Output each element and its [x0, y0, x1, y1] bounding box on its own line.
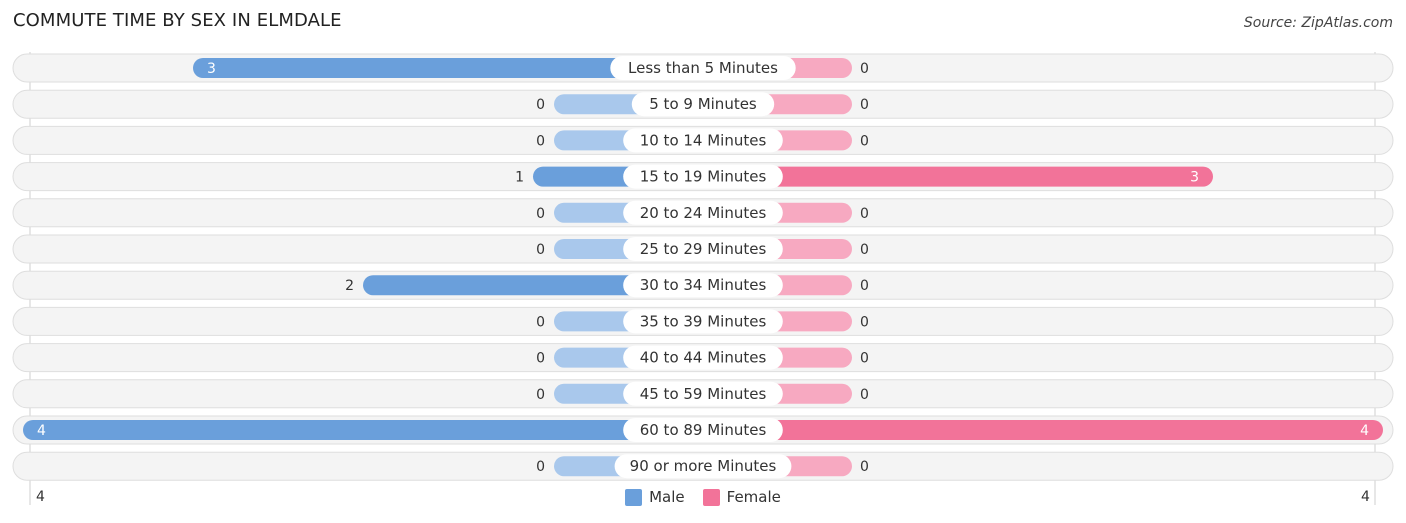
value-label-female: 0: [860, 387, 869, 403]
legend-swatch-male: [625, 488, 643, 506]
value-label-male: 0: [536, 97, 545, 113]
value-label-male: 0: [536, 206, 545, 222]
legend-label-male: Male: [649, 488, 685, 506]
legend-item-male: Male: [625, 488, 685, 506]
value-label-male: 3: [207, 61, 216, 77]
category-label: 45 to 59 Minutes: [640, 385, 767, 403]
value-label-female: 0: [860, 242, 869, 258]
legend: Male Female: [0, 488, 1406, 506]
value-label-male: 2: [345, 278, 354, 294]
legend-label-female: Female: [726, 488, 781, 506]
bar-male: [23, 420, 713, 440]
value-label-male: 0: [536, 351, 545, 367]
value-label-male: 0: [536, 133, 545, 149]
category-label: 20 to 24 Minutes: [640, 204, 767, 222]
legend-item-female: Female: [702, 488, 781, 506]
category-label: 15 to 19 Minutes: [640, 168, 767, 186]
value-label-male: 0: [536, 242, 545, 258]
legend-swatch-female: [702, 488, 720, 506]
value-label-male: 1: [515, 170, 524, 186]
value-label-male: 0: [536, 387, 545, 403]
value-label-female: 0: [860, 278, 869, 294]
value-label-female: 0: [860, 459, 869, 475]
value-label-female: 0: [860, 351, 869, 367]
category-label: 35 to 39 Minutes: [640, 312, 767, 330]
category-label: 5 to 9 Minutes: [649, 95, 757, 113]
value-label-female: 0: [860, 61, 869, 77]
category-label: 60 to 89 Minutes: [640, 421, 767, 439]
category-label: 90 or more Minutes: [630, 457, 777, 475]
value-label-female: 0: [860, 97, 869, 113]
category-label: 10 to 14 Minutes: [640, 131, 767, 149]
value-label-female: 0: [860, 314, 869, 330]
category-label: Less than 5 Minutes: [628, 59, 778, 77]
bar-female: [693, 420, 1383, 440]
category-label: 25 to 29 Minutes: [640, 240, 767, 258]
category-label: 40 to 44 Minutes: [640, 349, 767, 367]
chart-area: 3 0 Less than 5 Minutes 0 0 5 to 9 Minutes 0 0 1…: [12, 52, 1394, 505]
category-label: 30 to 34 Minutes: [640, 276, 767, 294]
value-label-female: 4: [1360, 423, 1369, 439]
value-label-female: 0: [860, 133, 869, 149]
value-label-female: 3: [1190, 170, 1199, 186]
value-label-female: 0: [860, 206, 869, 222]
value-label-male: 0: [536, 459, 545, 475]
value-label-male: 4: [37, 423, 46, 439]
value-label-male: 0: [536, 314, 545, 330]
